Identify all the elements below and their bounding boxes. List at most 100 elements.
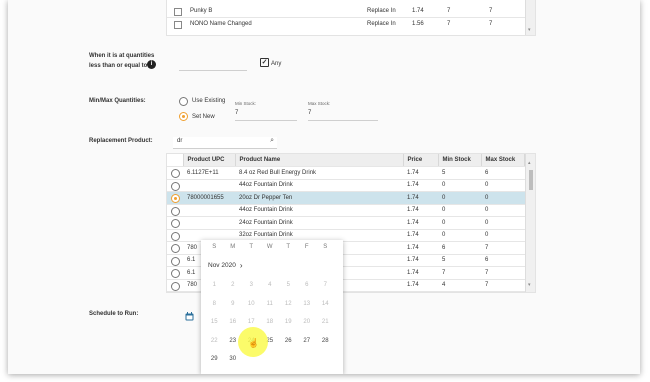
table-row[interactable]: 6.1127E+11 8.4 oz Red Bull Energy Drink 1.… — [167, 166, 525, 180]
row-radio[interactable] — [171, 169, 180, 178]
set-new-radio[interactable] — [179, 112, 188, 121]
row-radio-cell[interactable] — [167, 241, 183, 255]
quantity-input[interactable] — [179, 59, 247, 71]
hand-cursor-icon: ☝ — [248, 338, 260, 348]
month-selector[interactable]: Nov 2020 › — [201, 254, 343, 276]
calendar-day[interactable]: 26 — [279, 338, 298, 344]
row-price: 1.74 — [412, 8, 424, 14]
any-checkbox-icon[interactable]: ✓ — [260, 58, 269, 67]
calendar-day[interactable]: 28 — [316, 338, 335, 344]
row-radio[interactable] — [171, 281, 180, 291]
calendar-day[interactable]: 4 — [261, 282, 280, 288]
row-radio-cell[interactable] — [167, 254, 183, 267]
calendar-day[interactable]: 15 — [205, 319, 224, 325]
row-price: 1.56 — [412, 21, 424, 27]
top-table-scrollbar[interactable]: ▾ — [525, 0, 535, 35]
row-radio-cell[interactable] — [167, 191, 183, 205]
row-radio[interactable] — [171, 231, 180, 241]
row-radio-cell[interactable] — [167, 266, 183, 280]
row-radio-cell[interactable] — [167, 204, 183, 217]
search-icon[interactable]: ⌕ — [270, 137, 274, 145]
calendar-day[interactable]: 16 — [224, 319, 243, 325]
row-radio-cell[interactable] — [167, 166, 183, 180]
column-header-upc[interactable]: Product UPC — [183, 154, 236, 167]
row-radio-cell[interactable] — [167, 179, 183, 192]
calendar-day[interactable]: 27 — [298, 338, 317, 344]
max-stock-input[interactable]: 7 — [308, 109, 378, 121]
cell-upc — [183, 216, 235, 230]
column-header-name[interactable]: Product Name — [235, 154, 404, 167]
table-row[interactable]: 24oz Fountain Drink 1.74 0 0 — [167, 216, 525, 230]
cell-min: 4 — [438, 279, 481, 292]
row-radio[interactable] — [171, 206, 180, 216]
table-row[interactable]: 78000001655 20oz Dr Pepper Ten 1.74 0 0 — [167, 191, 525, 205]
cell-price: 1.74 — [403, 229, 438, 242]
replacement-table-scrollbar[interactable]: ▴ ▾ — [525, 154, 535, 292]
calendar-day[interactable]: 2 — [224, 282, 243, 288]
app-frame: Punky B Replace In 1.74 7 7 NONO Name Ch… — [8, 0, 640, 374]
min-stock-caption: Min Stock: — [235, 101, 257, 106]
weekday-label: T — [286, 244, 291, 250]
calendar-day[interactable]: 1 — [205, 282, 224, 288]
calendar-day[interactable]: 10 — [242, 301, 261, 307]
calendar-day[interactable]: 22 — [205, 338, 224, 344]
column-header-max[interactable]: Max Stock — [481, 154, 525, 167]
month-label[interactable]: Nov 2020 — [208, 262, 236, 269]
chevron-right-icon[interactable]: › — [240, 261, 243, 270]
row-radio[interactable] — [171, 181, 180, 191]
calendar-day[interactable]: 17 — [242, 319, 261, 325]
scroll-down-arrow-icon[interactable]: ▾ — [528, 27, 531, 33]
table-row[interactable]: Punky B Replace In 1.74 7 7 — [167, 6, 525, 18]
scroll-up-arrow-icon[interactable]: ▴ — [528, 160, 531, 166]
product-search-input[interactable]: dr ⌕ — [173, 137, 277, 149]
row-radio[interactable] — [171, 269, 180, 278]
cell-min: 5 — [438, 254, 481, 267]
calendar-day[interactable]: 3 — [242, 282, 261, 288]
row-radio-cell[interactable] — [167, 229, 183, 242]
row-radio[interactable] — [171, 244, 180, 253]
calendar-day[interactable]: 19 — [279, 319, 298, 325]
calendar-day[interactable]: 6 — [298, 282, 317, 288]
calendar-icon[interactable] — [185, 312, 194, 321]
calendar-day[interactable]: 11 — [261, 301, 280, 307]
table-row[interactable]: NONO Name Changed Replace In 1.56 7 7 — [167, 19, 525, 31]
row-radio-cell[interactable] — [167, 279, 183, 292]
row-radio[interactable] — [171, 194, 180, 203]
calendar-day[interactable]: 30 — [224, 356, 243, 362]
calendar-day[interactable]: 14 — [316, 301, 335, 307]
set-new-label: Set New — [192, 114, 215, 120]
cell-price: 1.74 — [403, 191, 438, 205]
row-checkbox[interactable] — [174, 21, 182, 29]
calendar-day[interactable]: 13 — [298, 301, 317, 307]
min-stock-input[interactable]: 7 — [235, 109, 297, 121]
calendar-day[interactable]: 9 — [224, 301, 243, 307]
row-radio[interactable] — [171, 219, 180, 228]
calendar-day[interactable]: 8 — [205, 301, 224, 307]
scrollbar-thumb[interactable] — [529, 170, 533, 190]
row-radio-cell[interactable] — [167, 216, 183, 230]
cell-upc: 78000001655 — [183, 191, 235, 205]
calendar-day[interactable]: 20 — [298, 319, 317, 325]
scroll-down-arrow-icon[interactable]: ▾ — [528, 282, 531, 288]
cell-name: 44oz Fountain Drink — [235, 179, 403, 192]
info-icon[interactable]: i — [147, 60, 156, 69]
row-checkbox[interactable] — [174, 8, 182, 16]
cell-max: 0 — [481, 229, 525, 242]
weekday-label: M — [230, 244, 236, 250]
calendar-day[interactable]: 29 — [205, 356, 224, 362]
column-header-price[interactable]: Price — [403, 154, 439, 167]
min-stock-value: 7 — [235, 110, 239, 116]
column-header-min[interactable]: Min Stock — [438, 154, 482, 167]
calendar-day[interactable]: 21 — [316, 319, 335, 325]
calendar-day[interactable]: 18 — [261, 319, 280, 325]
date-picker-popup[interactable]: S M T W T F S Nov 2020 › 1 2 3 4 5 6 7 8 9 10 11 12… — [201, 240, 343, 374]
calendar-day[interactable]: 12 — [279, 301, 298, 307]
row-action: Replace In — [367, 21, 396, 27]
table-row[interactable]: 44oz Fountain Drink 1.74 0 0 — [167, 204, 525, 217]
row-radio[interactable] — [171, 256, 180, 266]
calendar-day[interactable]: 5 — [279, 282, 298, 288]
calendar-week: 8 9 10 11 12 13 14 — [201, 295, 343, 314]
use-existing-radio[interactable] — [179, 97, 188, 106]
table-row[interactable]: 44oz Fountain Drink 1.74 0 0 — [167, 179, 525, 192]
calendar-day[interactable]: 7 — [316, 282, 335, 288]
